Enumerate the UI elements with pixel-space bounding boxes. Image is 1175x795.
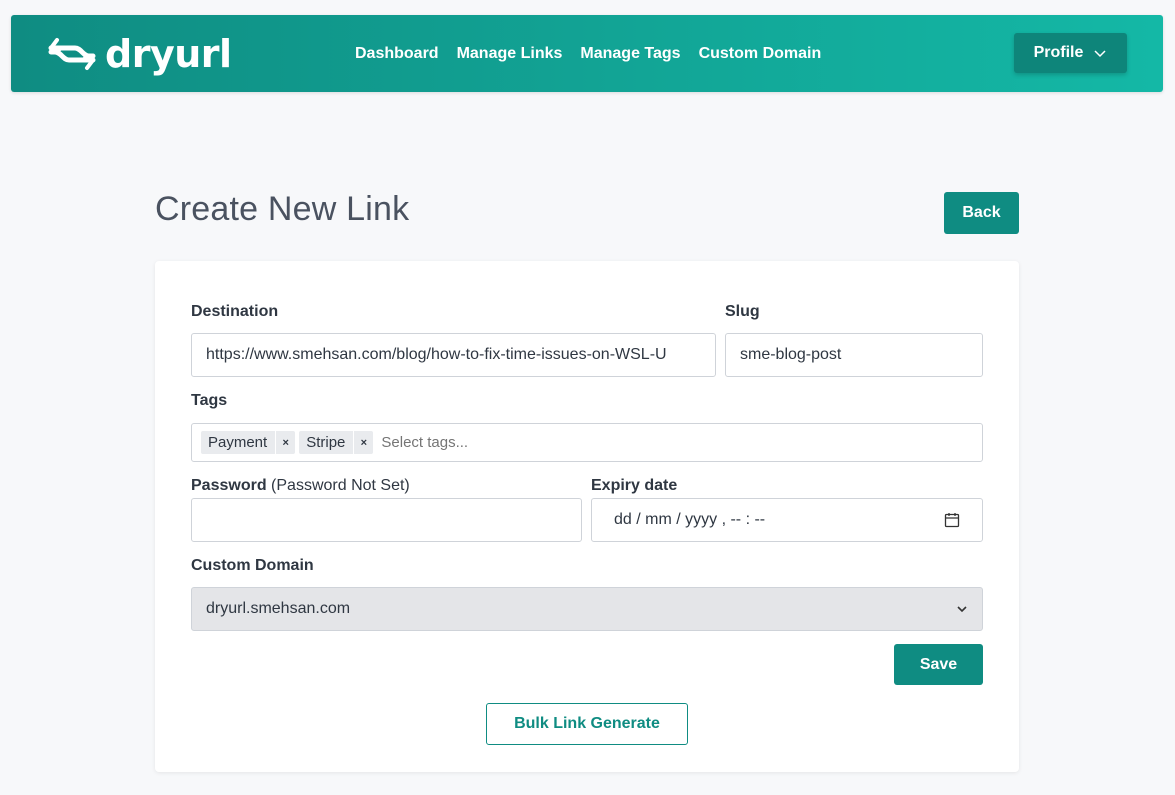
main-nav: Dashboard Manage Links Manage Tags Custo… <box>355 15 821 92</box>
tag-chip-stripe: Stripe × <box>299 431 374 454</box>
chevron-down-icon <box>1094 50 1106 58</box>
tags-label: Tags <box>191 392 228 409</box>
password-label: Password (Password Not Set) <box>191 477 410 495</box>
custom-domain-label: Custom Domain <box>191 557 314 574</box>
chevron-down-icon <box>957 606 967 613</box>
destination-label: Destination <box>191 303 279 320</box>
tag-remove-icon[interactable]: × <box>275 431 295 454</box>
profile-label: Profile <box>1033 44 1084 61</box>
nav-dashboard[interactable]: Dashboard <box>355 45 439 63</box>
expiry-date-input[interactable]: dd / mm / yyyy , -- : -- <box>591 498 983 542</box>
tag-label: Stripe <box>306 434 346 451</box>
custom-domain-select[interactable]: dryurl.smehsan.com <box>191 587 983 631</box>
password-label-text: Password <box>191 477 267 494</box>
expiry-date-label: Expiry date <box>591 477 678 494</box>
top-navbar: dryurl Dashboard Manage Links Manage Tag… <box>11 15 1163 92</box>
profile-dropdown-button[interactable]: Profile <box>1014 33 1127 73</box>
tag-label: Payment <box>208 434 268 451</box>
destination-input[interactable]: https://www.smehsan.com/blog/how-to-fix-… <box>191 333 716 377</box>
nav-manage-links[interactable]: Manage Links <box>457 45 563 63</box>
tags-search-input[interactable] <box>381 434 582 451</box>
password-status: (Password Not Set) <box>271 477 410 494</box>
bulk-link-generate-button[interactable]: Bulk Link Generate <box>486 703 688 745</box>
expiry-date-placeholder: dd / mm / yyyy , -- : -- <box>614 511 766 528</box>
save-button[interactable]: Save <box>894 644 983 685</box>
password-input[interactable] <box>191 498 582 542</box>
back-button[interactable]: Back <box>944 192 1019 234</box>
page-title: Create New Link <box>155 190 410 228</box>
tag-chip-payment: Payment × <box>201 431 296 454</box>
create-link-form: Destination https://www.smehsan.com/blog… <box>155 261 1019 772</box>
slug-label: Slug <box>725 303 760 320</box>
tags-select[interactable]: Payment × Stripe × <box>191 423 983 462</box>
dryurl-arrows-logo-icon <box>48 38 96 70</box>
custom-domain-value: dryurl.smehsan.com <box>206 600 351 617</box>
calendar-icon[interactable] <box>944 512 960 528</box>
slug-input[interactable]: sme-blog-post <box>725 333 983 377</box>
nav-custom-domain[interactable]: Custom Domain <box>699 45 822 63</box>
nav-manage-tags[interactable]: Manage Tags <box>580 45 680 63</box>
tag-remove-icon[interactable]: × <box>353 431 373 454</box>
brand-logo[interactable]: dryurl <box>47 35 232 73</box>
brand-name: dryurl <box>105 32 232 76</box>
